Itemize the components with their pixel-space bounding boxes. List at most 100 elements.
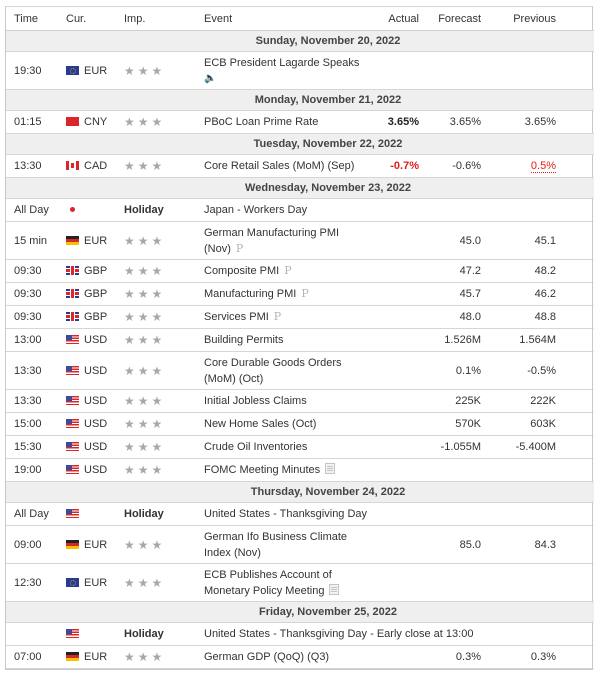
time-cell: 09:30 [6,305,66,329]
document-icon[interactable] [329,583,340,595]
event-title[interactable]: United States - Thanksgiving Day - Early… [204,628,473,640]
document-icon[interactable] [325,463,336,474]
holiday-row[interactable]: Holiday United States - Thanksgiving Day … [6,622,594,646]
event-name[interactable]: German GDP (QoQ) (Q3) [204,649,367,665]
day-label: Tuesday, November 22, 2022 [253,138,403,150]
event-row[interactable]: 19:30 EUR ★★★ ECB President Lagarde Speaks 🔈 [6,51,594,90]
event-name[interactable]: FOMC Meeting Minutes [204,462,367,478]
event-cell: United States - Thanksgiving Day [204,502,594,526]
day-header-cell: Tuesday, November 22, 2022 [6,133,594,155]
event-row[interactable]: 19:00 USD ★★★ FOMC Meeting Minutes [6,458,594,482]
event-title[interactable]: Composite PMI [204,265,279,277]
event-row[interactable]: 01:15 CNY ★★★ PBoC Loan Prime Rate 3.65% 3.65… [6,110,594,134]
spacer-cell [556,412,594,436]
event-title[interactable]: Core Retail Sales (MoM) (Sep) [204,160,354,172]
event-name[interactable]: Core Retail Sales (MoM) (Sep) [204,158,367,174]
event-row[interactable]: 09:30 GBP ★★★ Services PMI P 48.0 48.8 [6,305,594,329]
event-title[interactable]: German Manufacturing PMI (Nov) [204,227,339,255]
event-name[interactable]: Crude Oil Inventories [204,439,367,455]
holiday-row[interactable]: All Day Holiday Japan - Workers Day [6,198,594,222]
forecast-value: 570K [419,412,481,436]
header-previous[interactable]: Previous [481,7,556,31]
importance-cell: ★★★ [124,389,204,413]
header-time[interactable]: Time [6,7,66,31]
event-name[interactable]: Building Permits [204,332,367,348]
currency-code: CAD [84,160,108,172]
event-name[interactable]: Services PMI P [204,309,367,325]
event-title[interactable]: FOMC Meeting Minutes [204,464,320,476]
event-name[interactable]: German Ifo Business Climate Index (Nov) [204,529,367,561]
event-row[interactable]: 13:30 USD ★★★ Initial Jobless Claims 225K 222… [6,389,594,413]
event-name[interactable]: Japan - Workers Day [204,202,594,218]
event-name[interactable]: Manufacturing PMI P [204,286,367,302]
day-header-cell: Thursday, November 24, 2022 [6,481,594,503]
event-row[interactable]: 07:00 EUR ★★★ German GDP (QoQ) (Q3) 0.3% 0.3% [6,645,594,669]
event-name[interactable]: United States - Thanksgiving Day [204,506,594,522]
spacer-cell [556,305,594,329]
event-title[interactable]: Crude Oil Inventories [204,441,307,453]
time-cell: 09:00 [6,525,66,564]
previous-value: 48.8 [481,305,556,329]
event-title[interactable]: United States - Thanksgiving Day [204,508,367,520]
forecast-value [419,458,481,482]
event-name[interactable]: Core Durable Goods Orders (MoM) (Oct) [204,355,367,387]
event-title[interactable]: Manufacturing PMI [204,288,296,300]
event-cell: Building Permits [204,328,367,352]
event-name[interactable]: ECB Publishes Account of Monetary Policy… [204,567,367,599]
holiday-row[interactable]: All Day Holiday United States - Thanksgivi… [6,502,594,526]
importance-stars-icon: ★★★ [124,394,166,408]
currency-cell: USD [66,458,124,482]
event-row[interactable]: 09:30 GBP ★★★ Composite PMI P 47.2 48.2 [6,259,594,283]
currency-cell [66,198,124,222]
event-title[interactable]: PBoC Loan Prime Rate [204,116,318,128]
previous-value: -5.400M [481,435,556,459]
header-forecast[interactable]: Forecast [419,7,481,31]
event-title[interactable]: ECB Publishes Account of Monetary Policy… [204,569,332,597]
us-flag-icon [66,509,79,518]
time-cell: 13:30 [6,389,66,413]
spacer-cell [556,110,594,134]
header-importance[interactable]: Imp. [124,7,204,31]
event-row[interactable]: 13:30 USD ★★★ Core Durable Goods Orders (Mo… [6,351,594,390]
day-header-row: Sunday, November 20, 2022 [6,30,594,52]
event-title[interactable]: ECB President Lagarde Speaks [204,57,359,69]
eu-flag-icon [66,65,79,75]
actual-value [367,51,419,90]
event-row[interactable]: 13:00 USD ★★★ Building Permits 1.526M 1.564M [6,328,594,352]
event-name[interactable]: Initial Jobless Claims [204,393,367,409]
event-name[interactable]: ECB President Lagarde Speaks [204,55,367,71]
event-row[interactable]: 09:00 EUR ★★★ German Ifo Business Climate I… [6,525,594,564]
currency-code: EUR [84,234,108,247]
event-name[interactable]: German Manufacturing PMI (Nov) P [204,225,367,257]
event-row[interactable]: 09:30 GBP ★★★ Manufacturing PMI P 45.7 46.2 [6,282,594,306]
event-title[interactable]: New Home Sales (Oct) [204,418,316,430]
event-title[interactable]: Services PMI [204,311,269,323]
importance-cell: ★★★ [124,154,204,178]
event-title[interactable]: Japan - Workers Day [204,204,307,216]
event-name[interactable]: Composite PMI P [204,263,367,279]
event-row[interactable]: 15:00 USD ★★★ New Home Sales (Oct) 570K 603K [6,412,594,436]
eu-flag-icon [66,577,79,587]
event-name[interactable]: United States - Thanksgiving Day - Early… [204,626,594,642]
event-title[interactable]: German GDP (QoQ) (Q3) [204,651,329,663]
day-header-row: Wednesday, November 23, 2022 [6,177,594,199]
previous-value-revised[interactable]: 0.5% [530,160,556,173]
event-row[interactable]: 12:30 EUR ★★★ ECB Publishes Account of Mone… [6,563,594,602]
header-currency[interactable]: Cur. [66,7,124,31]
event-title[interactable]: Core Durable Goods Orders (MoM) (Oct) [204,357,342,385]
importance-stars-icon: ★★★ [124,537,166,552]
event-name[interactable]: New Home Sales (Oct) [204,416,367,432]
event-row[interactable]: 15 min EUR ★★★ German Manufacturing PMI (No… [6,221,594,260]
event-title[interactable]: Initial Jobless Claims [204,395,307,407]
event-row[interactable]: 15:30 USD ★★★ Crude Oil Inventories -1.055M -… [6,435,594,459]
header-actual[interactable]: Actual [367,7,419,31]
actual-value [367,435,419,459]
header-event[interactable]: Event [204,7,367,31]
event-name[interactable]: PBoC Loan Prime Rate [204,114,367,130]
speaker-icon[interactable]: 🔈 [204,71,367,87]
previous-value-text: 222K [530,395,556,407]
event-row[interactable]: 13:30 CAD ★★★ Core Retail Sales (MoM) (Sep)… [6,154,594,178]
us-flag-icon [66,442,79,451]
event-title[interactable]: German Ifo Business Climate Index (Nov) [204,531,347,559]
event-title[interactable]: Building Permits [204,334,283,346]
